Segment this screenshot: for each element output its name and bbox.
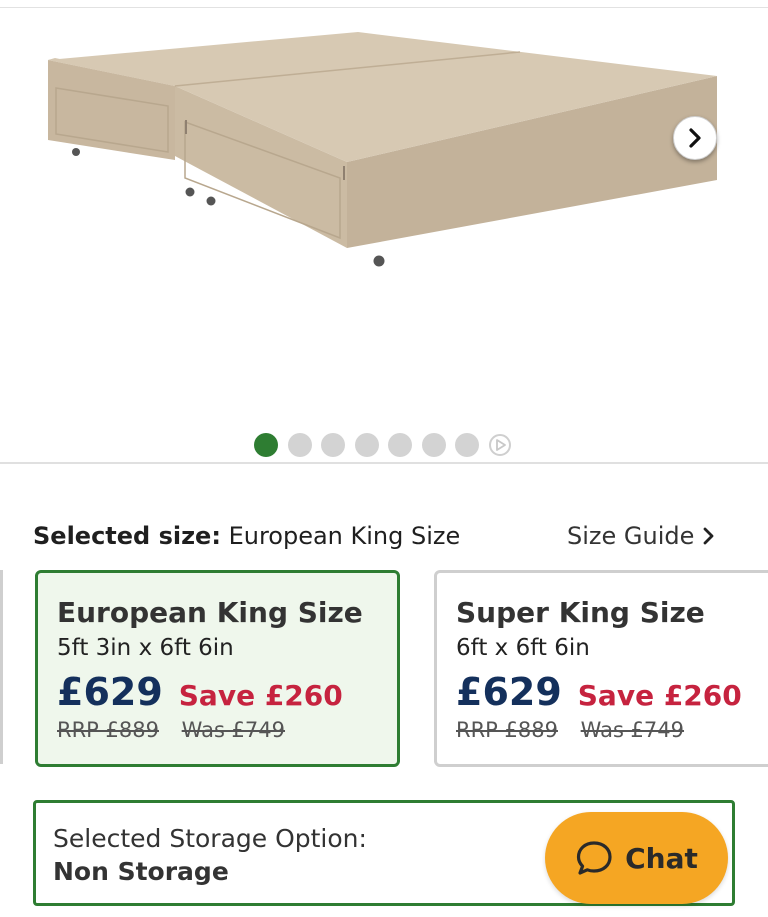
size-guide-label: Size Guide bbox=[567, 522, 695, 550]
pagination-video-dot[interactable] bbox=[488, 434, 511, 456]
pagination-dot[interactable] bbox=[321, 433, 345, 457]
save-amount: Save £260 bbox=[577, 679, 742, 712]
play-icon bbox=[495, 439, 506, 451]
previous-size-card-edge[interactable] bbox=[0, 570, 3, 764]
size-guide-link[interactable]: Size Guide bbox=[567, 518, 716, 554]
product-image-gallery[interactable] bbox=[0, 8, 768, 462]
size-card-dimensions: 5ft 3in x 6ft 6in bbox=[57, 635, 234, 661]
size-card-dimensions: 6ft x 6ft 6in bbox=[456, 635, 590, 661]
price-row: £629 Save £260 bbox=[57, 670, 397, 714]
save-amount: Save £260 bbox=[178, 679, 343, 712]
size-card-super-king[interactable]: Super King Size 6ft x 6ft 6in £629 Save … bbox=[434, 570, 768, 767]
was-price: Was £749 bbox=[580, 718, 685, 742]
pagination-dot-active[interactable] bbox=[254, 433, 278, 457]
next-image-button[interactable] bbox=[673, 116, 717, 160]
chat-label: Chat bbox=[625, 841, 698, 875]
selected-size-label: Selected size: bbox=[33, 522, 221, 550]
size-card-title: Super King Size bbox=[456, 596, 705, 629]
current-price: £629 bbox=[456, 670, 562, 714]
pagination-dot[interactable] bbox=[287, 433, 312, 457]
pagination-dot[interactable] bbox=[421, 433, 446, 457]
product-image bbox=[48, 32, 717, 267]
size-card-title: European King Size bbox=[57, 596, 363, 629]
size-card-european-king[interactable]: European King Size 5ft 3in x 6ft 6in £62… bbox=[35, 570, 400, 767]
pagination-dot[interactable] bbox=[388, 433, 412, 457]
selected-size-value: European King Size bbox=[228, 522, 461, 550]
was-price: Was £749 bbox=[181, 718, 286, 742]
gallery-pagination bbox=[254, 433, 511, 457]
section-divider bbox=[0, 462, 768, 464]
pagination-dot[interactable] bbox=[354, 433, 379, 457]
chat-button[interactable]: Chat bbox=[545, 812, 728, 904]
rrp-price: RRP £889 bbox=[456, 718, 558, 742]
chat-bubble-icon bbox=[577, 841, 612, 875]
chevron-right-icon bbox=[703, 527, 714, 545]
old-prices: RRP £889 Was £749 bbox=[456, 718, 768, 742]
old-prices: RRP £889 Was £749 bbox=[57, 718, 397, 742]
rrp-price: RRP £889 bbox=[57, 718, 159, 742]
current-price: £629 bbox=[57, 670, 163, 714]
price-row: £629 Save £260 bbox=[456, 670, 768, 714]
chevron-right-icon bbox=[689, 128, 701, 148]
pagination-dot[interactable] bbox=[455, 433, 479, 457]
